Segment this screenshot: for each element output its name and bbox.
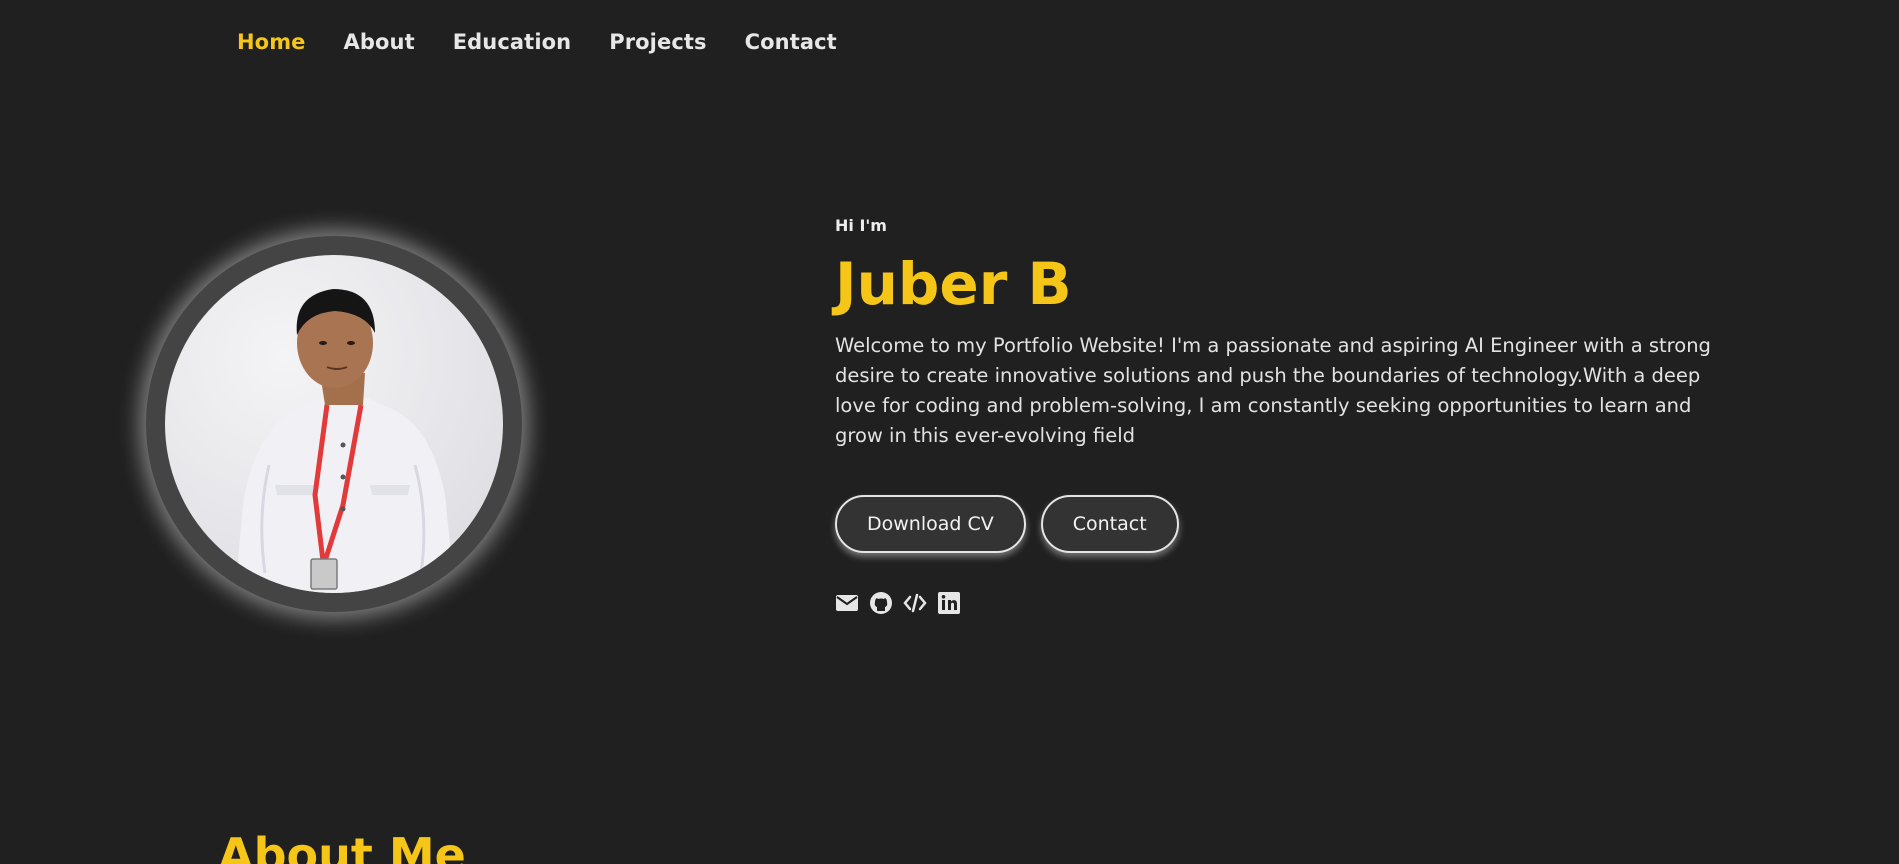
nav-education[interactable]: Education: [453, 30, 571, 54]
page: Home About Education Projects Contact Hi…: [0, 0, 1899, 864]
nav-home[interactable]: Home: [237, 30, 306, 54]
nav-about[interactable]: About: [344, 30, 415, 54]
nav-projects[interactable]: Projects: [609, 30, 706, 54]
main-nav: Home About Education Projects Contact: [237, 30, 837, 54]
download-cv-button[interactable]: Download CV: [835, 495, 1026, 553]
code-icon[interactable]: [903, 591, 927, 615]
about-heading: About Me: [218, 828, 466, 864]
contact-button[interactable]: Contact: [1040, 495, 1179, 553]
profile-photo: [165, 255, 503, 593]
github-icon[interactable]: [869, 591, 893, 615]
hero-greeting: Hi I'm: [835, 216, 887, 235]
profile-photo-illustration: [235, 289, 455, 593]
hero-section: Hi I'm Juber B Welcome to my Portfolio W…: [835, 216, 1715, 615]
hero-buttons: Download CV Contact: [835, 495, 1715, 553]
hero-intro: Welcome to my Portfolio Website! I'm a p…: [835, 334, 1711, 447]
linkedin-icon[interactable]: [937, 591, 961, 615]
social-links: [835, 591, 1715, 615]
envelope-icon[interactable]: [835, 591, 859, 615]
nav-contact[interactable]: Contact: [745, 30, 837, 54]
hero-name: Juber B: [835, 250, 1072, 318]
profile-avatar-ring: [146, 236, 522, 612]
